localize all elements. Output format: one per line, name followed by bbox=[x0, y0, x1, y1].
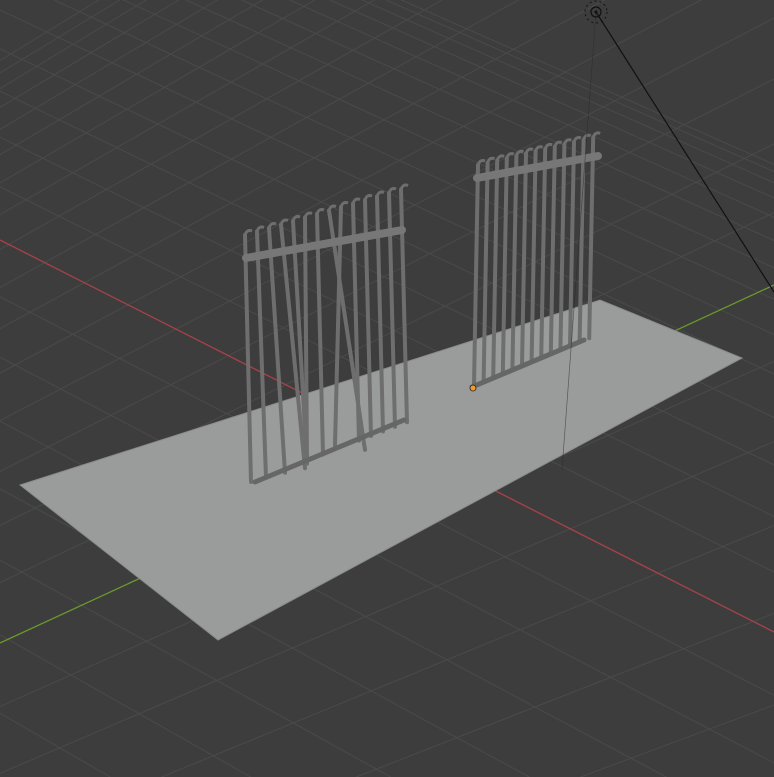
grid-line bbox=[0, 0, 316, 184]
gate-bar-hook bbox=[375, 190, 385, 198]
grid-line bbox=[0, 0, 121, 74]
gate-bar-hook bbox=[303, 211, 313, 219]
grid-line bbox=[401, 0, 774, 165]
gate-bar-hook bbox=[591, 131, 601, 138]
gate-bar-hook bbox=[363, 194, 373, 201]
grid-line bbox=[0, 0, 375, 216]
origin-point[interactable] bbox=[469, 384, 477, 392]
gate-bar-hook bbox=[279, 218, 289, 226]
gate-bar-hook bbox=[267, 222, 277, 229]
grid-line bbox=[0, 0, 147, 90]
gate-bar-hook bbox=[315, 208, 325, 215]
gate-bar-hook bbox=[572, 136, 582, 143]
gate-bar-hook bbox=[255, 225, 265, 233]
3d-viewport[interactable] bbox=[0, 0, 774, 777]
light-to-target-line bbox=[595, 11, 774, 293]
viewport-canvas[interactable] bbox=[0, 0, 774, 777]
gate-bar-hook bbox=[524, 147, 534, 155]
gate-bar-hook bbox=[351, 197, 361, 205]
grid-line bbox=[0, 712, 111, 777]
grid-line bbox=[361, 0, 774, 184]
grid-line bbox=[289, 0, 774, 218]
gate-bar-hook bbox=[387, 187, 397, 194]
gate-bar-hook bbox=[339, 201, 349, 208]
gate-bar-hook bbox=[534, 145, 544, 152]
gate-bar-hook bbox=[399, 183, 409, 191]
gate-bar-hook bbox=[562, 138, 572, 145]
grid-line bbox=[53, 0, 774, 336]
grid-line bbox=[385, 0, 774, 173]
gate-bar-hook bbox=[291, 215, 301, 222]
gate-bar-hook bbox=[243, 229, 253, 236]
grid-line bbox=[580, 704, 774, 777]
grid-line bbox=[355, 612, 774, 777]
grid-line bbox=[0, 9, 774, 375]
gate-bar-hook bbox=[486, 156, 496, 164]
grid-line bbox=[0, 0, 100, 62]
gate-bar bbox=[303, 215, 309, 461]
grid-line bbox=[122, 0, 774, 300]
gate-bar-hook bbox=[505, 152, 515, 159]
gate-bar-hook bbox=[543, 142, 553, 150]
grid-line bbox=[0, 0, 264, 156]
